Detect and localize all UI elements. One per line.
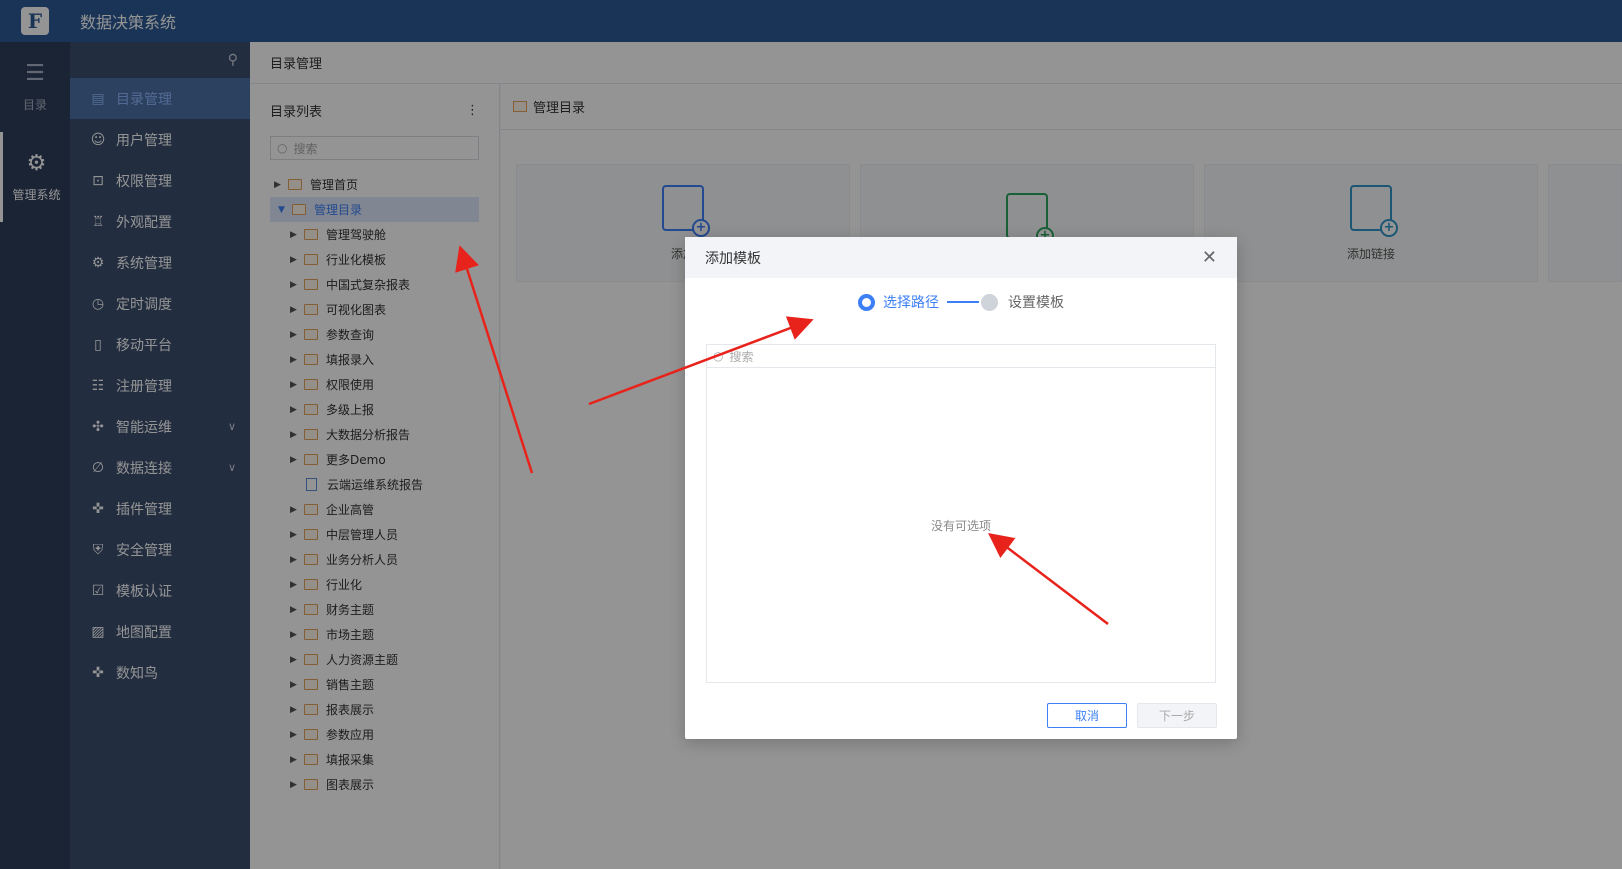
step-1-label: 选择路径 [883,295,939,311]
dialog-title: 添加模板 [705,250,761,267]
next-button[interactable]: 下一步 [1137,703,1217,728]
step-1-dot-icon [858,293,875,311]
dialog-search-input[interactable]: ○ 搜索 [706,344,1216,368]
step-2-label: 设置模板 [1008,295,1064,311]
step-connector [947,301,979,303]
path-list[interactable]: 没有可选项 [706,368,1216,683]
cancel-button[interactable]: 取消 [1047,703,1127,728]
search-icon: ○ [713,349,724,363]
close-icon[interactable]: ✕ [1202,247,1217,268]
step-2-dot-icon [981,293,998,311]
step-indicator: 选择路径 设置模板 [685,292,1237,312]
add-template-dialog: 添加模板 ✕ 选择路径 设置模板 ○ 搜索 没有可选项 取消 下一步 [685,237,1237,739]
empty-text: 没有可选项 [930,518,991,533]
search-placeholder: 搜索 [729,349,754,364]
